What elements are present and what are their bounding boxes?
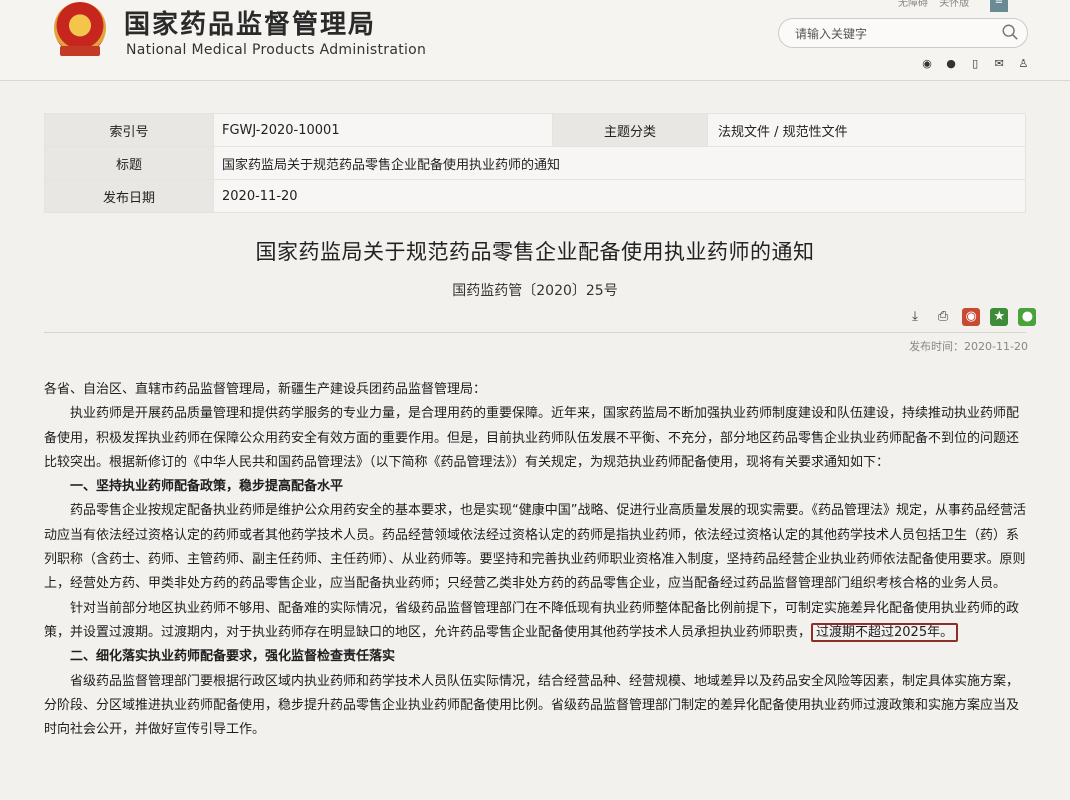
favorite-icon[interactable]: ★ — [990, 308, 1009, 326]
title-value: 国家药监局关于规范药品零售企业配备使用执业药师的通知 — [213, 146, 1026, 180]
top-links: 无障碍 关怀版 — [898, 0, 977, 9]
document-number: 国药监药管〔2020〕25号 — [452, 283, 618, 299]
index-value: FGWJ-2020-10001 — [213, 113, 553, 147]
print-icon[interactable]: ⎙ — [934, 308, 952, 326]
site-subtitle: National Medical Products Administration — [126, 42, 427, 58]
highlighted-text: 过渡期不超过2025年。 — [811, 622, 959, 642]
social-links: ◉ ● ▯ ✉ ♙ — [920, 52, 1035, 71]
section1-heading: 一、坚持执业药师配备政策，稳步提高配备水平 — [70, 479, 344, 495]
document-title: 国家药监局关于规范药品零售企业配备使用执业药师的通知 — [255, 240, 815, 264]
wechat-icon[interactable]: ● — [944, 57, 958, 71]
addressee: 各省、自治区、直辖市药品监督管理局，新疆生产建设兵团药品监督管理局： — [44, 382, 487, 397]
category-value: 法规文件 / 规范性文件 — [707, 113, 1026, 147]
section2-paragraph1: 省级药品监督管理部门要根据行政区域内执业药师和药学技术人员队伍实际情况，结合经营… — [44, 673, 1020, 738]
search-box[interactable]: 请输入关键字 — [778, 18, 1028, 48]
site-header: 国家药品监督管理局 National Medical Products Admi… — [0, 0, 1070, 81]
index-label: 索引号 — [44, 113, 214, 147]
document-body: 各省、自治区、直辖市药品监督管理局，新疆生产建设兵团药品监督管理局： 执业药师是… — [44, 378, 1030, 742]
weibo-share-icon[interactable]: ◉ — [962, 308, 981, 326]
section2-heading: 二、细化落实执业药师配备要求，强化监督检查责任落实 — [70, 649, 396, 665]
date-label: 发布日期 — [44, 179, 214, 213]
intro-paragraph: 执业药师是开展药品质量管理和提供药学服务的专业力量，是合理用药的重要保障。近年来… — [44, 406, 1020, 470]
emblem-base — [60, 46, 100, 56]
document-info-table: 索引号 FGWJ-2020-10001 主题分类 法规文件 / 规范性文件 标题… — [44, 113, 1026, 213]
user-icon[interactable]: ♙ — [1016, 57, 1030, 71]
mobile-icon[interactable]: ▯ — [968, 57, 982, 71]
search-icon[interactable] — [1001, 23, 1019, 41]
accessibility-link[interactable]: 无障碍 — [898, 0, 928, 9]
publish-time: 发布时间：2020-11-20 — [909, 340, 1028, 353]
section1-paragraph1: 药品零售企业按规定配备执业药师是维护公众用药安全的基本要求，也是实现“健康中国”… — [44, 503, 1026, 592]
date-value: 2020-11-20 — [213, 179, 1026, 213]
title-label: 标题 — [44, 146, 214, 180]
weibo-icon[interactable]: ◉ — [920, 57, 934, 71]
download-icon[interactable]: ⤓ — [906, 308, 924, 326]
category-label: 主题分类 — [552, 113, 708, 147]
mail-icon[interactable]: ✉ — [992, 57, 1006, 71]
share-tools: ⤓ ⎙ ◉ ★ ● — [906, 305, 1041, 326]
menu-icon[interactable]: ≡ — [990, 0, 1008, 12]
search-input[interactable]: 请输入关键字 — [795, 25, 867, 42]
wechat-share-icon[interactable]: ● — [1018, 308, 1037, 326]
site-title: 国家药品监督管理局 — [124, 10, 377, 40]
section1-paragraph2: 针对当前部分地区执业药师不够用、配备难的实际情况，省级药品监督管理部门在不降低现… — [44, 597, 1030, 646]
divider — [44, 332, 1026, 333]
care-mode-link[interactable]: 关怀版 — [939, 0, 969, 9]
